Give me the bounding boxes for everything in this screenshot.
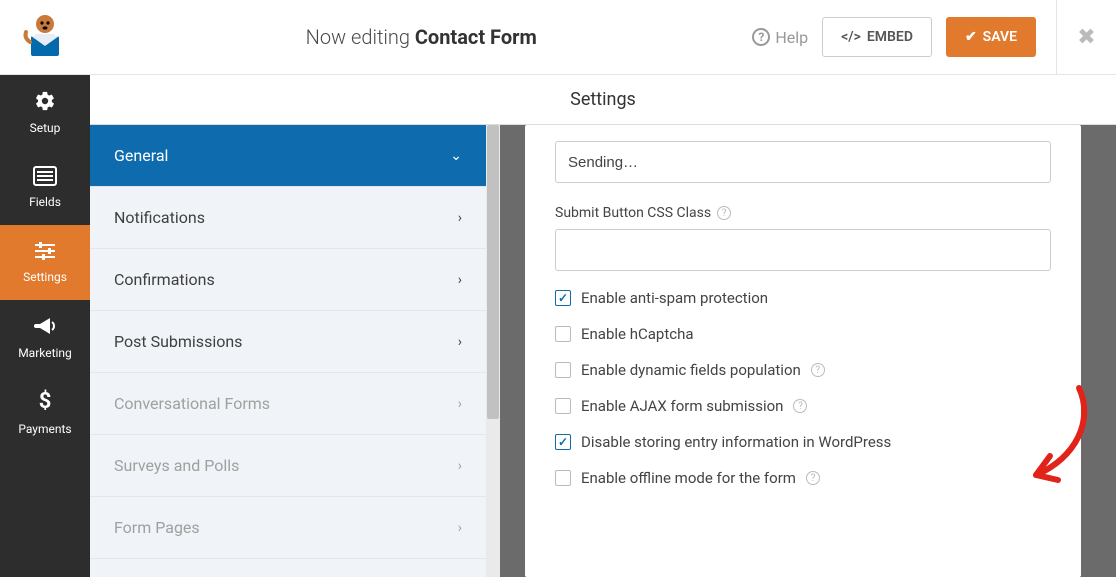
sidebar-item-setup[interactable]: Setup — [0, 75, 90, 150]
sidebar-item-fields[interactable]: Fields — [0, 150, 90, 225]
scrollbar-track[interactable] — [486, 125, 500, 577]
main-area: Setup Fields Settings Marketing $ Paymen… — [0, 75, 1116, 577]
checkbox-dynamic-fields[interactable]: Enable dynamic fields population ? — [555, 361, 1051, 379]
topbar: Now editing Contact Form ? Help </> EMBE… — [0, 0, 1116, 75]
checkbox-ajax[interactable]: Enable AJAX form submission ? — [555, 397, 1051, 415]
checkbox-hcaptcha[interactable]: Enable hCaptcha — [555, 325, 1051, 343]
help-icon[interactable]: ? — [806, 471, 820, 485]
menu-item-label: General — [114, 146, 168, 165]
sending-input[interactable] — [555, 141, 1051, 183]
checkbox-label: Enable offline mode for the form — [581, 469, 796, 487]
menu-item-confirmations[interactable]: Confirmations › — [90, 249, 486, 311]
help-icon[interactable]: ? — [811, 363, 825, 377]
checkbox-label: Enable dynamic fields population — [581, 361, 801, 379]
preview-panel: Submit Button CSS Class ? Enable anti-sp… — [500, 125, 1116, 577]
checkbox-icon[interactable] — [555, 326, 571, 342]
settings-menu: General ⌄ Notifications › Confirmations … — [90, 125, 500, 577]
checkbox-label: Enable AJAX form submission — [581, 397, 783, 415]
menu-item-label: Confirmations — [114, 270, 215, 289]
sidebar-item-payments[interactable]: $ Payments — [0, 375, 90, 450]
page-title: Now editing Contact Form — [90, 25, 752, 49]
sidebar-item-label: Setup — [30, 121, 61, 135]
embed-label: EMBED — [867, 29, 913, 45]
help-icon[interactable]: ? — [793, 399, 807, 413]
menu-item-label: Form Pages — [114, 518, 200, 537]
menu-item-general[interactable]: General ⌄ — [90, 125, 486, 187]
checkbox-label: Enable anti-spam protection — [581, 289, 768, 307]
menu-item-conversational-forms[interactable]: Conversational Forms › — [90, 373, 486, 435]
horn-icon — [33, 315, 57, 342]
help-label: Help — [775, 28, 808, 47]
checkbox-disable-storing[interactable]: Disable storing entry information in Wor… — [555, 433, 1051, 451]
settings-header: Settings — [90, 75, 1116, 125]
save-label: SAVE — [983, 29, 1017, 45]
builder-sidebar: Setup Fields Settings Marketing $ Paymen… — [0, 75, 90, 577]
menu-item-label: Post Submissions — [114, 332, 242, 351]
chevron-right-icon: › — [458, 520, 462, 536]
help-icon[interactable]: ? — [717, 206, 731, 220]
sidebar-item-label: Marketing — [18, 346, 72, 360]
chevron-right-icon: › — [458, 210, 462, 226]
sidebar-item-label: Fields — [29, 195, 61, 209]
css-class-input[interactable] — [555, 229, 1051, 271]
checkbox-icon[interactable] — [555, 290, 571, 306]
label-text: Submit Button CSS Class — [555, 205, 711, 221]
checkbox-label: Enable hCaptcha — [581, 325, 694, 343]
checkbox-label: Disable storing entry information in Wor… — [581, 433, 891, 451]
topbar-actions: ? Help </> EMBED ✔ SAVE — [752, 17, 1056, 57]
scrollbar-thumb[interactable] — [487, 125, 499, 419]
content-row: General ⌄ Notifications › Confirmations … — [90, 125, 1116, 577]
chevron-right-icon: › — [458, 334, 462, 350]
list-icon — [33, 166, 57, 191]
menu-item-label: Conversational Forms — [114, 394, 270, 413]
form-name: Contact Form — [415, 25, 537, 49]
close-icon: ✖ — [1077, 25, 1095, 50]
gear-icon — [34, 90, 56, 117]
settings-header-label: Settings — [570, 89, 636, 110]
sliders-icon — [33, 241, 57, 266]
menu-item-post-submissions[interactable]: Post Submissions › — [90, 311, 486, 373]
chevron-right-icon: › — [458, 272, 462, 288]
menu-item-form-pages[interactable]: Form Pages › — [90, 497, 486, 559]
content-area: Settings General ⌄ Notifications › Confi… — [90, 75, 1116, 577]
help-link[interactable]: ? Help — [752, 28, 808, 47]
menu-item-surveys-polls[interactable]: Surveys and Polls › — [90, 435, 486, 497]
chevron-right-icon: › — [458, 396, 462, 412]
checkbox-antispam[interactable]: Enable anti-spam protection — [555, 289, 1051, 307]
dollar-icon: $ — [37, 389, 53, 418]
embed-icon: </> — [841, 29, 861, 45]
menu-item-label: Notifications — [114, 208, 205, 227]
checkbox-offline[interactable]: Enable offline mode for the form ? — [555, 469, 1051, 487]
checkbox-icon[interactable] — [555, 362, 571, 378]
sidebar-item-label: Payments — [18, 422, 71, 436]
checkbox-icon[interactable] — [555, 398, 571, 414]
check-icon: ✔ — [965, 29, 977, 45]
checkbox-icon[interactable] — [555, 434, 571, 450]
editing-prefix: Now editing — [306, 25, 415, 49]
svg-text:$: $ — [39, 389, 52, 413]
close-button[interactable]: ✖ — [1056, 0, 1116, 74]
chevron-right-icon: › — [458, 458, 462, 474]
css-class-label: Submit Button CSS Class ? — [555, 205, 1051, 221]
sidebar-item-label: Settings — [23, 270, 67, 284]
wpforms-logo-icon — [20, 12, 70, 62]
sidebar-item-marketing[interactable]: Marketing — [0, 300, 90, 375]
menu-item-notifications[interactable]: Notifications › — [90, 187, 486, 249]
menu-item-label: Surveys and Polls — [114, 456, 239, 475]
save-button[interactable]: ✔ SAVE — [946, 17, 1036, 57]
form-panel: Submit Button CSS Class ? Enable anti-sp… — [525, 125, 1081, 577]
logo-area — [0, 0, 90, 74]
embed-button[interactable]: </> EMBED — [822, 17, 932, 57]
chevron-down-icon: ⌄ — [450, 148, 462, 164]
help-icon: ? — [752, 28, 770, 46]
sidebar-item-settings[interactable]: Settings — [0, 225, 90, 300]
checkbox-icon[interactable] — [555, 470, 571, 486]
